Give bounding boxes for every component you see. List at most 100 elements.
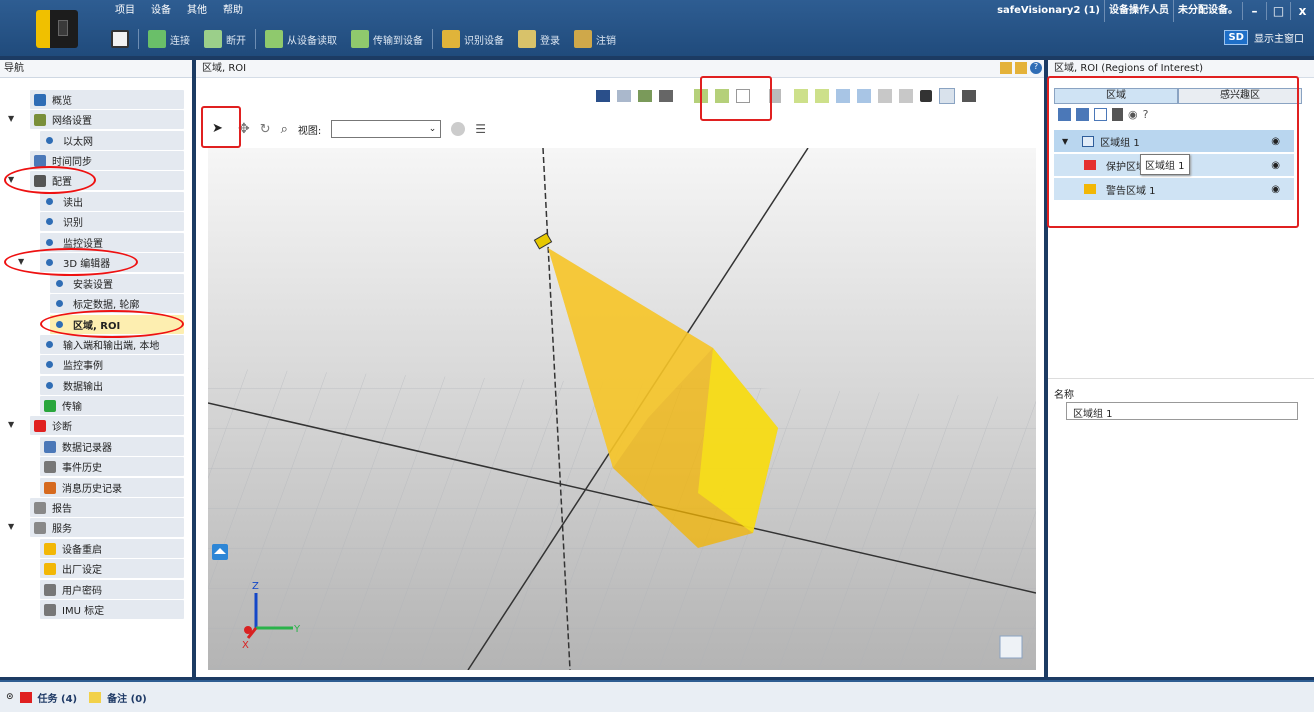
disconnect-icon (204, 30, 222, 48)
event-history-icon (44, 460, 56, 473)
sidebar-item-label: 诊断 (52, 422, 72, 433)
sidebar-item-read-out[interactable]: 读出 (40, 192, 184, 211)
data-recorder-icon (44, 440, 56, 453)
sidebar-item-monitoring-cases[interactable]: 监控事例 (40, 355, 184, 374)
monitoring-cases-icon (46, 361, 53, 368)
sidebar-item-label: 标定数据, 轮廓 (73, 300, 140, 311)
sidebar-item-event-history[interactable]: 事件历史 (40, 457, 184, 476)
sidebar-item-overview[interactable]: 概览 (30, 90, 184, 109)
rotate-icon[interactable]: ↻ (260, 122, 271, 137)
float-icon[interactable] (1015, 62, 1027, 74)
sidebar-item-factory-settings[interactable]: 出厂设定 (40, 559, 184, 578)
vertex-icon[interactable] (836, 89, 850, 103)
zoom-icon[interactable]: ⌕ (281, 122, 288, 137)
sidebar-item-label: 消息历史记录 (62, 484, 122, 495)
restore-button[interactable]: □ (1266, 2, 1290, 20)
tasks-link[interactable]: 任务 (4) (38, 690, 78, 705)
shape-icon[interactable] (878, 89, 892, 103)
logout-button[interactable]: 注销 (567, 27, 623, 51)
sidebar-item-label: IMU 标定 (62, 606, 105, 617)
sidebar-item-label: 以太网 (63, 137, 93, 148)
transfer-to-device-button[interactable]: 传输到设备 (344, 27, 430, 51)
sidebar-item-installation-settings[interactable]: 安装设置 (50, 274, 184, 293)
annotation-box-select (201, 106, 241, 148)
sidebar-item-diagnostics[interactable]: 诊断 (30, 416, 184, 435)
vertex-edit-icon[interactable] (857, 89, 871, 103)
redo-icon[interactable] (617, 90, 631, 102)
show-main-window-button[interactable]: SD 显示主窗口 (1224, 30, 1304, 45)
device-name[interactable]: safeVisionary2 (1) (993, 0, 1104, 22)
user-info: safeVisionary2 (1) 设备操作人员 未分配设备。 – □ x (993, 0, 1314, 22)
sidebar-item-label: 传输 (62, 402, 82, 413)
expand-arrow-icon[interactable]: ▼ (8, 522, 14, 531)
expand-arrow-icon[interactable]: ▼ (8, 420, 14, 429)
logout-key-icon (574, 30, 592, 48)
save-button[interactable] (104, 27, 136, 51)
minimize-button[interactable]: – (1242, 2, 1266, 20)
expand-arrow-icon[interactable]: ▼ (8, 114, 14, 123)
view-select[interactable]: ⌄ (331, 120, 442, 138)
undo-icon[interactable] (596, 90, 610, 102)
menu-device[interactable]: 设备 (148, 2, 174, 20)
x-axis-knob (244, 626, 252, 634)
sidebar-item-device-restart[interactable]: 设备重启 (40, 539, 184, 558)
sidebar-item-report[interactable]: 报告 (30, 498, 184, 517)
point-remove-icon[interactable] (815, 89, 829, 103)
flag-icon (19, 691, 32, 703)
disconnect-label: 断开 (226, 35, 246, 47)
identify-device-button[interactable]: 识别设备 (435, 27, 511, 51)
sidebar-item-user-password[interactable]: 用户密码 (40, 580, 184, 599)
wrench-icon[interactable] (659, 90, 673, 102)
info-cursor-icon[interactable] (999, 635, 1023, 659)
data-output-icon (46, 382, 53, 389)
menu-bar: 项目 设备 其他 帮助 (104, 2, 246, 20)
sidebar-item-label: 服务 (52, 524, 72, 535)
login-key-icon (518, 30, 536, 48)
sidebar-item-identification[interactable]: 识别 (40, 212, 184, 231)
user-role[interactable]: 设备操作人员 (1104, 0, 1173, 22)
sidebar-item-data-output[interactable]: 数据输出 (40, 376, 184, 395)
list-icon[interactable]: ☰ (475, 122, 486, 136)
disconnect-button[interactable]: 断开 (197, 27, 253, 51)
view-toolbar: ➤ ✥ ↻ ⌕ 视图: ⌄ ☰ (208, 116, 1036, 142)
undock-icon[interactable] (1000, 62, 1012, 74)
palette-icon[interactable] (451, 122, 466, 136)
sidebar-item-service[interactable]: 服务 (30, 518, 184, 537)
sidebar-item-network-settings[interactable]: 网络设置 (30, 110, 184, 129)
3d-viewport[interactable]: Z X Y (208, 148, 1036, 670)
sidebar-item-transfer[interactable]: 传输 (40, 396, 184, 415)
sensor-model[interactable] (533, 232, 553, 250)
device-restart-icon (44, 542, 56, 555)
solid-view-icon[interactable] (920, 90, 932, 102)
menu-project[interactable]: 项目 (112, 2, 138, 20)
sidebar-item-label: 用户密码 (62, 586, 102, 597)
connect-button[interactable]: 连接 (141, 27, 197, 51)
sidebar-item-label: 概览 (52, 96, 72, 107)
menu-help[interactable]: 帮助 (220, 2, 246, 20)
hierarchy-icon[interactable] (638, 90, 652, 102)
expand-icon[interactable]: ⊙ (6, 692, 14, 702)
menu-other[interactable]: 其他 (184, 2, 210, 20)
point-add-icon[interactable] (794, 89, 808, 103)
sidebar-item-imu-calibration[interactable]: IMU 标定 (40, 600, 184, 619)
message-history-icon (44, 481, 56, 494)
transfer-label: 传输到设备 (373, 35, 423, 47)
navigation-title: 导航 (0, 60, 192, 78)
cube-view-icon[interactable] (939, 88, 955, 104)
shape-edit-icon[interactable] (899, 89, 913, 103)
io-local-icon (46, 341, 53, 348)
sidebar-item-message-history[interactable]: 消息历史记录 (40, 478, 184, 497)
sidebar-item-data-recorder[interactable]: 数据记录器 (40, 437, 184, 456)
name-input[interactable]: 区域组 1 (1066, 402, 1298, 420)
help-icon[interactable]: ? (1030, 62, 1042, 74)
sidebar-item-ethernet[interactable]: 以太网 (40, 131, 184, 150)
name-label: 名称 (1054, 390, 1074, 401)
sidebar-item-label: 事件历史 (62, 463, 102, 474)
camera-view-icon[interactable] (962, 90, 976, 102)
connect-icon (148, 30, 166, 48)
read-from-device-button[interactable]: 从设备读取 (258, 27, 344, 51)
login-button[interactable]: 登录 (511, 27, 567, 51)
notes-link[interactable]: 备注 (0) (107, 690, 147, 705)
annotation-box-zone-tools (700, 76, 772, 121)
close-button[interactable]: x (1290, 2, 1314, 20)
